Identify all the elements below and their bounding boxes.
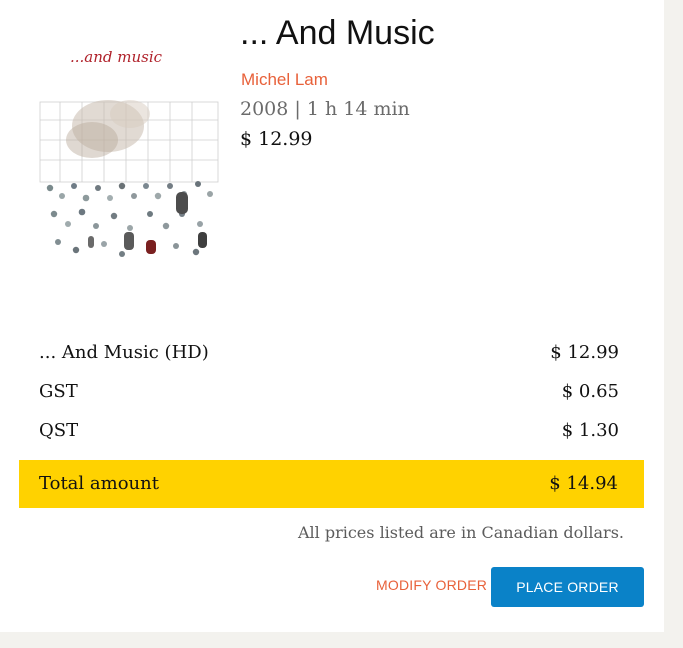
film-poster[interactable]: ...and music xyxy=(38,36,220,274)
film-price: $ 12.99 xyxy=(240,128,313,150)
total-bar: Total amount $ 14.94 xyxy=(19,460,644,508)
order-line-label: ... And Music (HD) xyxy=(39,342,209,363)
place-order-button[interactable]: PLACE ORDER xyxy=(491,567,644,607)
poster-title-text: ...and music xyxy=(70,48,163,66)
order-line-gst: GST $ 0.65 xyxy=(39,381,619,402)
order-line-amount: $ 0.65 xyxy=(561,381,619,402)
poster-illustration: ...and music xyxy=(38,36,220,274)
order-line-label: QST xyxy=(39,420,79,441)
order-line-film: ... And Music (HD) $ 12.99 xyxy=(39,342,619,363)
director-link[interactable]: Michel Lam xyxy=(241,70,328,90)
total-amount: $ 14.94 xyxy=(549,473,618,494)
order-line-qst: QST $ 1.30 xyxy=(39,420,619,441)
order-line-label: GST xyxy=(39,381,78,402)
film-title: ... And Music xyxy=(240,14,435,52)
modify-order-link[interactable]: MODIFY ORDER xyxy=(376,577,487,593)
order-card: ...and music ... And Music Michel Lam 20… xyxy=(0,0,664,632)
film-meta: 2008 | 1 h 14 min xyxy=(240,98,410,120)
currency-note: All prices listed are in Canadian dollar… xyxy=(297,523,624,542)
order-line-amount: $ 12.99 xyxy=(550,342,619,363)
order-line-amount: $ 1.30 xyxy=(561,420,619,441)
total-label: Total amount xyxy=(39,473,159,494)
